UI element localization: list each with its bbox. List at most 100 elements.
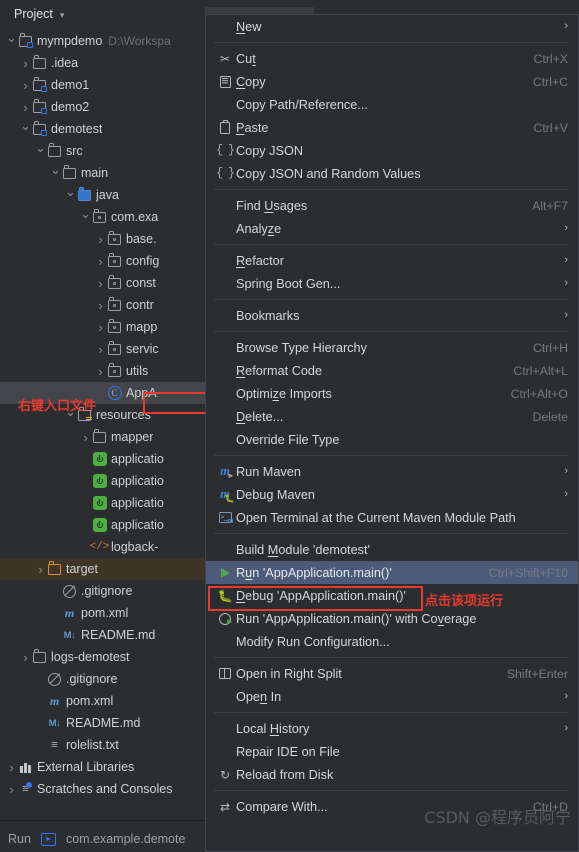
- menu-item[interactable]: Run 'AppApplication.main()' with Coverag…: [206, 607, 578, 630]
- tree-row[interactable]: › demo2: [0, 96, 210, 118]
- project-tree[interactable]: ⌄ mympdemo D:\Workspa › .idea › demo1 › demo2 ⌄ de…: [0, 28, 210, 800]
- menu-item[interactable]: m ► Run Maven ›: [206, 460, 578, 483]
- menu-item[interactable]: Reformat Code Ctrl+Alt+L: [206, 359, 578, 382]
- menu-item[interactable]: >_ m Open Terminal at the Current Maven Mo…: [206, 506, 578, 529]
- tree-row[interactable]: M↓ README.md: [0, 712, 210, 734]
- tree-row[interactable]: applicatio: [0, 514, 210, 536]
- menu-item[interactable]: Bookmarks ›: [206, 304, 578, 327]
- chevron-right-icon[interactable]: ›: [564, 465, 568, 477]
- run-tool-bar[interactable]: Run ► com.example.demote: [0, 824, 185, 852]
- menu-item[interactable]: Optimize Imports Ctrl+Alt+O: [206, 382, 578, 405]
- tree-row[interactable]: ⌄ src: [0, 140, 210, 162]
- menu-item[interactable]: Refactor ›: [206, 249, 578, 272]
- tree-row[interactable]: › mapper: [0, 426, 210, 448]
- tree-row[interactable]: ⌄ mympdemo D:\Workspa: [0, 30, 210, 52]
- context-menu[interactable]: New › ✂ Cut Ctrl+X Copy Ctrl+C Copy Path/Refere…: [205, 14, 579, 852]
- chevron-right-icon[interactable]: ›: [20, 56, 31, 71]
- menu-item[interactable]: Open in Right Split Shift+Enter: [206, 662, 578, 685]
- menu-item[interactable]: Paste Ctrl+V: [206, 116, 578, 139]
- chevron-right-icon[interactable]: ›: [6, 782, 17, 797]
- chevron-right-icon[interactable]: ›: [564, 222, 568, 234]
- chevron-right-icon[interactable]: ›: [564, 722, 568, 734]
- tree-row[interactable]: › mapp: [0, 316, 210, 338]
- tree-row[interactable]: ⌄ main: [0, 162, 210, 184]
- tree-row[interactable]: › ≡ Scratches and Consoles: [0, 778, 210, 800]
- menu-item[interactable]: m 🐛 Debug Maven ›: [206, 483, 578, 506]
- tree-row[interactable]: › .idea: [0, 52, 210, 74]
- tree-row[interactable]: M↓ README.md: [0, 624, 210, 646]
- project-panel-header[interactable]: Project ▾: [0, 0, 210, 28]
- menu-item[interactable]: ✂ Cut Ctrl+X: [206, 47, 578, 70]
- tree-row[interactable]: applicatio: [0, 470, 210, 492]
- tree-row[interactable]: .gitignore: [0, 668, 210, 690]
- menu-item[interactable]: Delete... Delete: [206, 405, 578, 428]
- chevron-right-icon[interactable]: ›: [564, 488, 568, 500]
- chevron-right-icon[interactable]: ›: [564, 254, 568, 266]
- chevron-right-icon[interactable]: ›: [564, 277, 568, 289]
- menu-item[interactable]: Analyze ›: [206, 217, 578, 240]
- tree-row[interactable]: ≡ rolelist.txt: [0, 734, 210, 756]
- menu-item[interactable]: Browse Type Hierarchy Ctrl+H: [206, 336, 578, 359]
- menu-item[interactable]: Local History ›: [206, 717, 578, 740]
- chevron-right-icon[interactable]: ›: [564, 690, 568, 702]
- chevron-right-icon[interactable]: ›: [80, 430, 91, 445]
- tree-row[interactable]: › demo1: [0, 74, 210, 96]
- tree-row[interactable]: › target: [0, 558, 210, 580]
- menu-item[interactable]: Copy Path/Reference...: [206, 93, 578, 116]
- chevron-right-icon[interactable]: ›: [20, 100, 31, 115]
- tree-row[interactable]: .gitignore: [0, 580, 210, 602]
- chevron-down-icon[interactable]: ⌄: [80, 206, 91, 222]
- menu-item[interactable]: Repair IDE on File: [206, 740, 578, 763]
- menu-item[interactable]: ↻ Reload from Disk: [206, 763, 578, 786]
- menu-item[interactable]: Run 'AppApplication.main()' Ctrl+Shift+F1…: [206, 561, 578, 584]
- chevron-right-icon[interactable]: ›: [564, 20, 568, 32]
- chevron-right-icon[interactable]: ›: [95, 276, 106, 291]
- chevron-down-icon[interactable]: ⌄: [20, 118, 31, 134]
- markdown-icon: M↓: [63, 629, 76, 641]
- tree-row[interactable]: › config: [0, 250, 210, 272]
- tree-row[interactable]: m pom.xml: [0, 690, 210, 712]
- tree-row[interactable]: ⌄ java: [0, 184, 210, 206]
- tree-row[interactable]: › External Libraries: [0, 756, 210, 778]
- chevron-right-icon[interactable]: ›: [95, 320, 106, 335]
- chevron-right-icon[interactable]: ›: [35, 562, 46, 577]
- menu-item[interactable]: Open In ›: [206, 685, 578, 708]
- menu-item[interactable]: Build Module 'demotest': [206, 538, 578, 561]
- tree-row[interactable]: applicatio: [0, 448, 210, 470]
- chevron-right-icon[interactable]: ›: [95, 232, 106, 247]
- menu-item[interactable]: Modify Run Configuration...: [206, 630, 578, 653]
- chevron-right-icon[interactable]: ›: [20, 78, 31, 93]
- menu-item[interactable]: 🐛 Debug 'AppApplication.main()': [206, 584, 578, 607]
- chevron-right-icon[interactable]: ›: [20, 650, 31, 665]
- tree-row[interactable]: › logs-demotest: [0, 646, 210, 668]
- chevron-down-icon[interactable]: ⌄: [35, 140, 46, 156]
- chevron-down-icon[interactable]: ⌄: [50, 162, 61, 178]
- menu-item[interactable]: { } Copy JSON and Random Values: [206, 162, 578, 185]
- menu-item[interactable]: Find Usages Alt+F7: [206, 194, 578, 217]
- menu-item[interactable]: { } Copy JSON: [206, 139, 578, 162]
- tree-row[interactable]: applicatio: [0, 492, 210, 514]
- tree-row[interactable]: › utils: [0, 360, 210, 382]
- menu-item[interactable]: Spring Boot Gen... ›: [206, 272, 578, 295]
- chevron-right-icon[interactable]: ›: [564, 309, 568, 321]
- chevron-right-icon[interactable]: ›: [95, 254, 106, 269]
- tree-row[interactable]: › base.: [0, 228, 210, 250]
- tree-row[interactable]: › contr: [0, 294, 210, 316]
- tree-row[interactable]: ⌄ com.exa: [0, 206, 210, 228]
- chevron-right-icon[interactable]: ›: [95, 342, 106, 357]
- chevron-right-icon[interactable]: ›: [6, 760, 17, 775]
- tree-row[interactable]: › const: [0, 272, 210, 294]
- tree-row[interactable]: ⌄ demotest: [0, 118, 210, 140]
- menu-item[interactable]: Override File Type: [206, 428, 578, 451]
- chevron-down-icon[interactable]: ⌄: [65, 184, 76, 200]
- chevron-right-icon[interactable]: ›: [95, 364, 106, 379]
- menu-item[interactable]: Copy Ctrl+C: [206, 70, 578, 93]
- tree-row-label: java: [96, 188, 119, 202]
- tree-row[interactable]: m pom.xml: [0, 602, 210, 624]
- tree-row[interactable]: › servic: [0, 338, 210, 360]
- tree-row[interactable]: </> logback-: [0, 536, 210, 558]
- chevron-down-icon[interactable]: ⌄: [6, 30, 17, 46]
- chevron-down-icon[interactable]: ▾: [60, 10, 65, 21]
- menu-item[interactable]: New ›: [206, 15, 578, 38]
- chevron-right-icon[interactable]: ›: [95, 298, 106, 313]
